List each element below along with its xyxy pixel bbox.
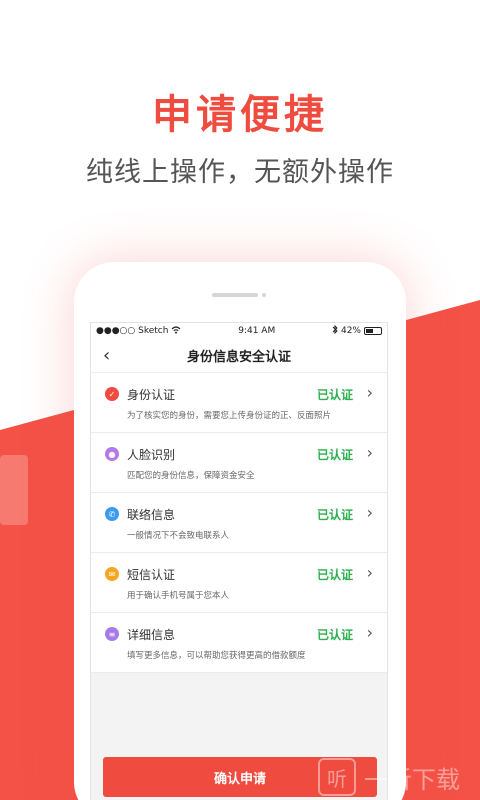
verified-badge: 已认证: [316, 508, 353, 522]
item-description: 为了核实您的身份，需要您上传身份证的正、反面照片: [127, 411, 332, 421]
verified-badge: 已认证: [316, 388, 353, 402]
item-title: 详细信息: [127, 628, 176, 642]
verified-badge: 已认证: [316, 448, 353, 462]
battery-icon: [364, 327, 382, 335]
item-title: 联络信息: [127, 508, 176, 522]
item-description: 用于确认手机号属于您本人: [127, 591, 230, 601]
item-title: 人脸识别: [127, 448, 176, 462]
list-item[interactable]: ● 人脸识别 匹配您的身份信息，保障资金安全 已认证 ›: [91, 433, 387, 493]
chevron-right-icon: ›: [366, 563, 373, 582]
watermark-logo-icon: 听: [318, 758, 356, 796]
item-title: 身份认证: [127, 388, 176, 402]
item-description: 匹配您的身份信息，保障资金安全: [127, 471, 255, 481]
list-item[interactable]: ≡ 详细信息 填写更多信息，可以帮助您获得更高的借款额度 已认证 ›: [91, 613, 387, 673]
promo-subline: 纯线上操作，无额外操作: [86, 157, 394, 188]
status-time: 9:41 AM: [238, 326, 276, 336]
promo-headline: 申请便捷: [152, 92, 328, 138]
item-title: 短信认证: [127, 568, 176, 582]
carrier-label: ●●●○○ Sketch: [96, 326, 169, 336]
item-description: 填写更多信息，可以帮助您获得更高的借款额度: [127, 651, 306, 661]
page-title: 身份信息安全认证: [186, 350, 291, 365]
wifi-icon: [171, 325, 181, 337]
shield-icon: ✓: [105, 387, 119, 401]
verification-list: ✓ 身份认证 为了核实您的身份，需要您上传身份证的正、反面照片 已认证 › ● …: [91, 373, 387, 673]
phone-camera: [262, 293, 266, 297]
chevron-right-icon: ›: [366, 503, 373, 522]
face-icon: ●: [105, 447, 119, 461]
chevron-right-icon: ›: [366, 623, 373, 642]
chevron-right-icon: ›: [366, 443, 373, 462]
status-bar: ●●●○○ Sketch 9:41 AM 42%: [91, 323, 387, 339]
mail-icon: ✉: [105, 567, 119, 581]
chevron-right-icon: ›: [366, 383, 373, 402]
nav-bar: ‹ 身份信息安全认证: [91, 339, 387, 373]
list-item[interactable]: ✆ 联络信息 一般情况下不会致电联系人 已认证 ›: [91, 493, 387, 553]
phone-speaker: [212, 293, 258, 297]
phone-icon: ✆: [105, 507, 119, 521]
document-icon: ≡: [105, 627, 119, 641]
bluetooth-icon: [332, 324, 338, 337]
phone-screen: ●●●○○ Sketch 9:41 AM 42% ‹ 身份信息安全认证 ✓ 身份…: [90, 322, 388, 800]
watermark: 听 一听下载: [318, 758, 460, 796]
verified-badge: 已认证: [316, 628, 353, 642]
battery-percent: 42%: [340, 326, 361, 336]
back-arrow-icon[interactable]: ‹: [103, 345, 110, 366]
list-item[interactable]: ✓ 身份认证 为了核实您的身份，需要您上传身份证的正、反面照片 已认证 ›: [91, 373, 387, 433]
watermark-text: 一听下载: [364, 765, 460, 794]
phone-mockup: ●●●○○ Sketch 9:41 AM 42% ‹ 身份信息安全认证 ✓ 身份…: [74, 262, 406, 800]
list-item[interactable]: ✉ 短信认证 用于确认手机号属于您本人 已认证 ›: [91, 553, 387, 613]
verified-badge: 已认证: [316, 568, 353, 582]
item-description: 一般情况下不会致电联系人: [127, 531, 230, 541]
